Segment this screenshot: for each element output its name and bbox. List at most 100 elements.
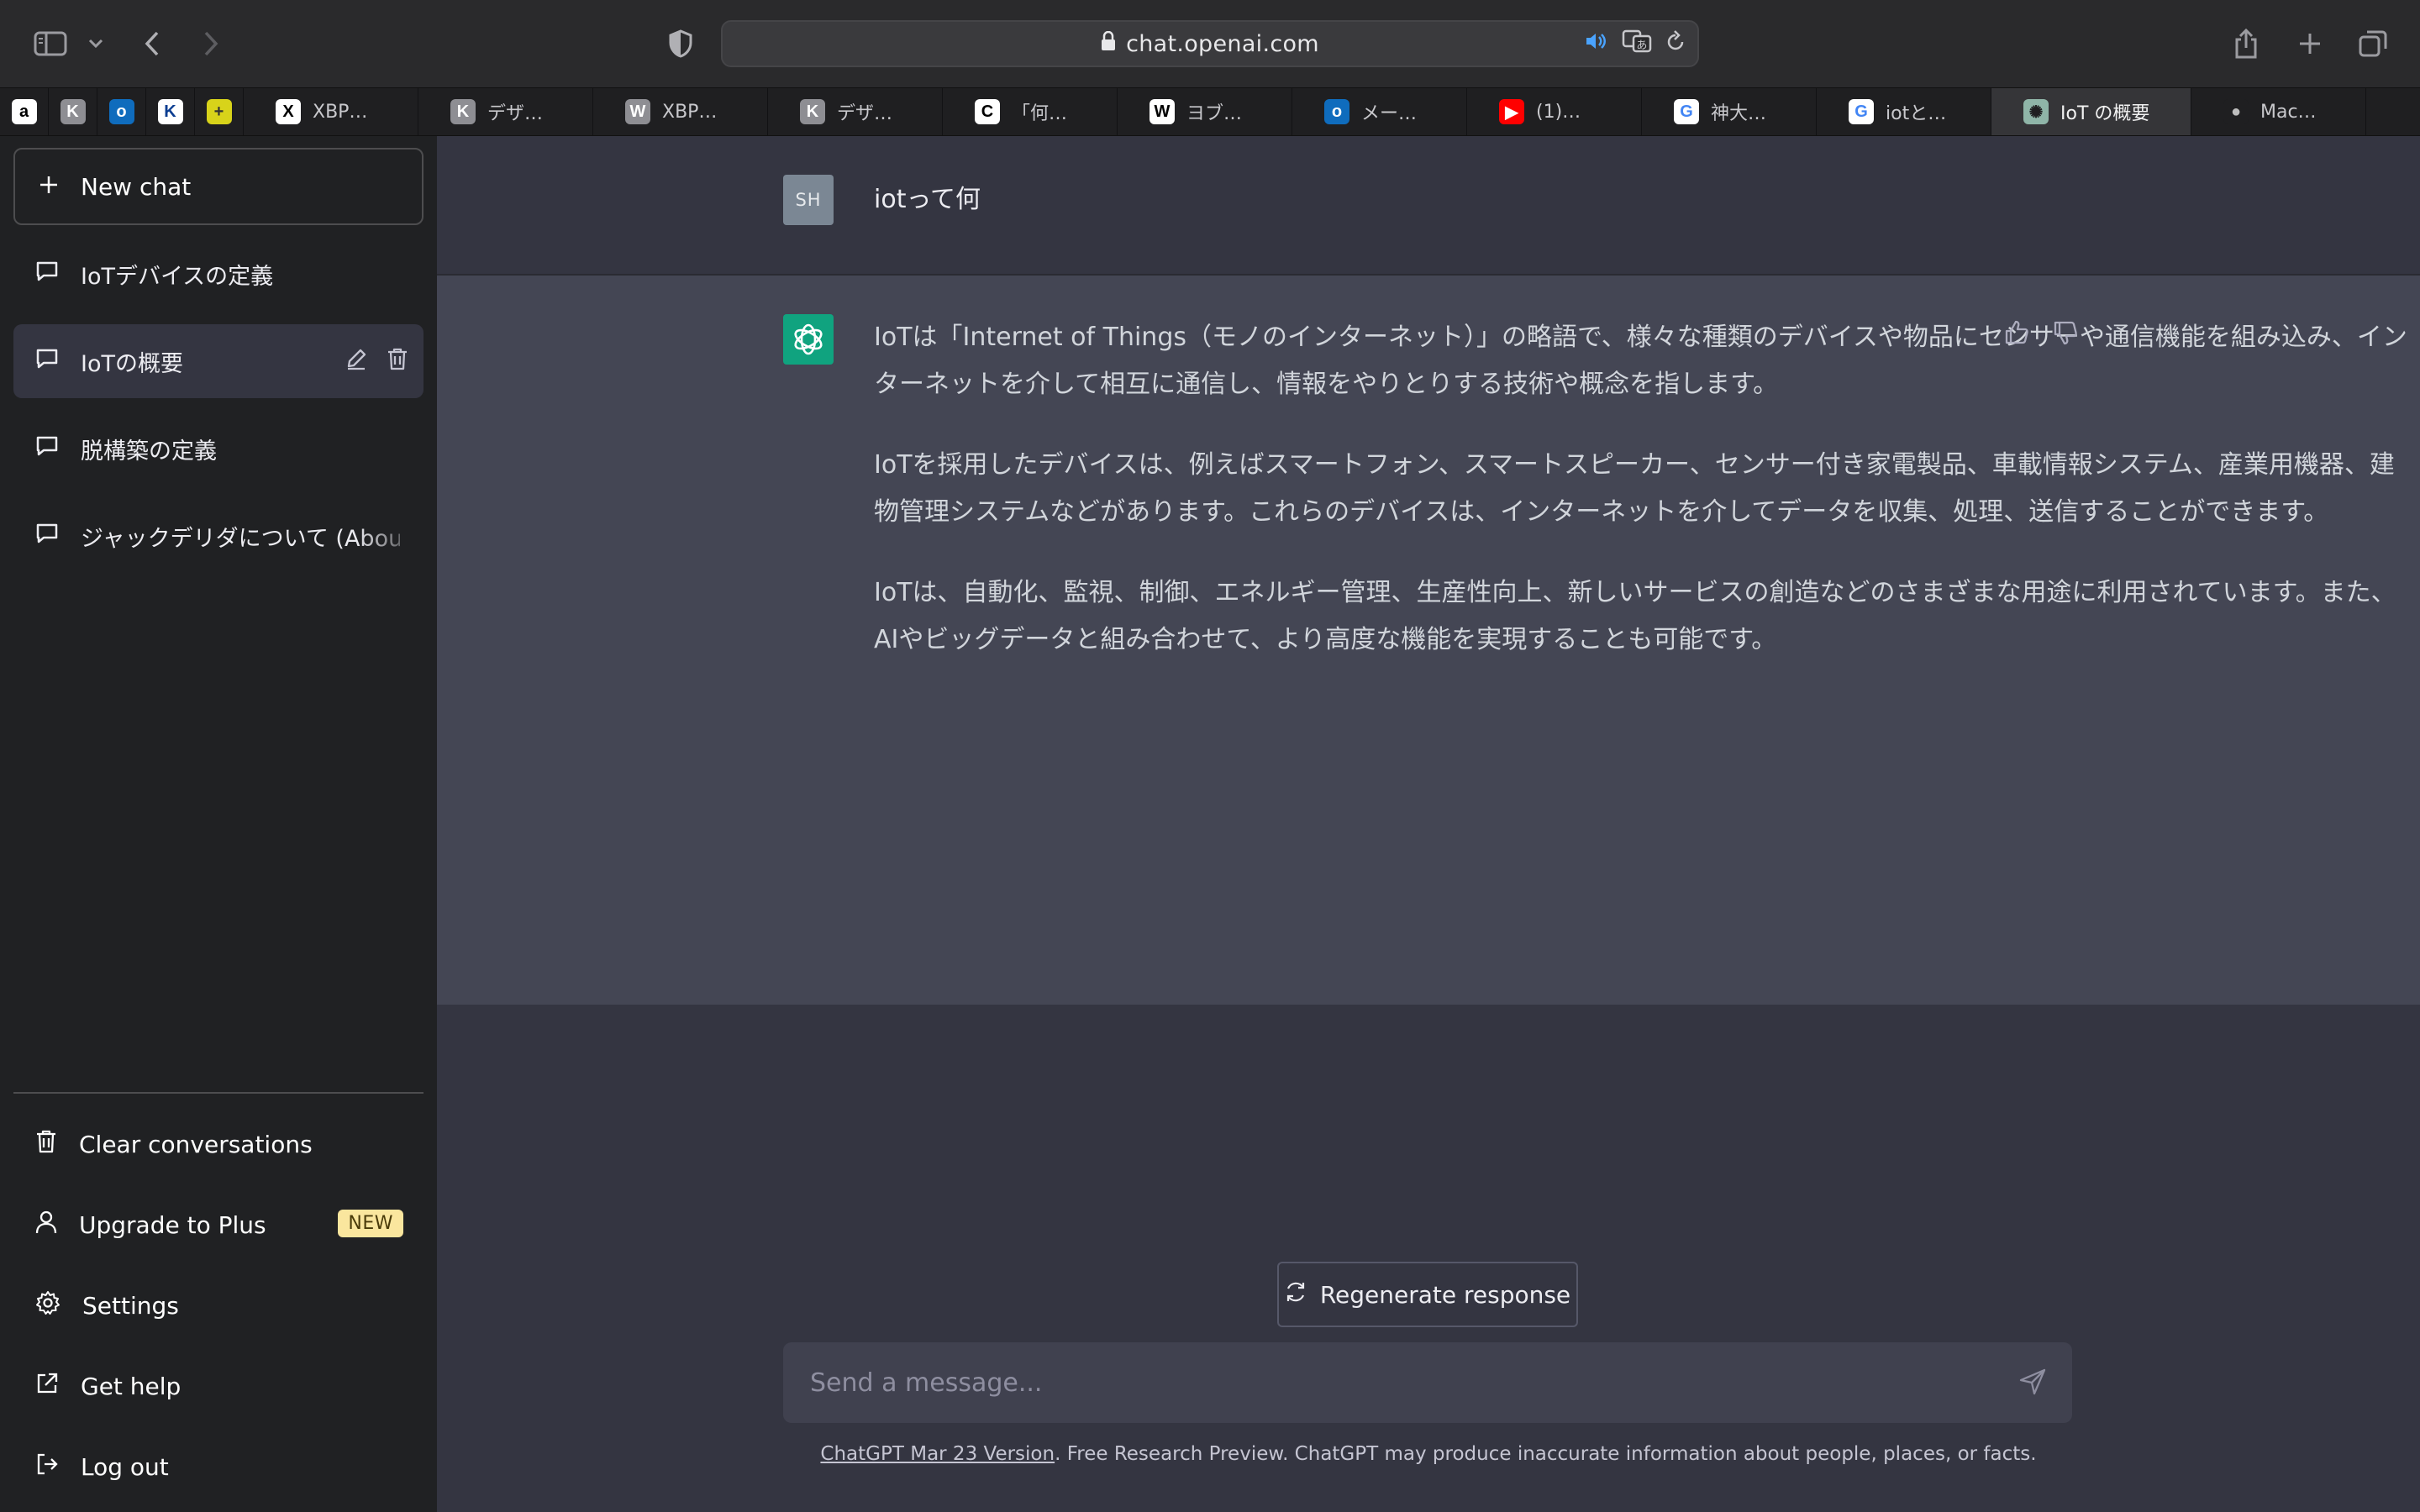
edit-icon[interactable]: [345, 347, 368, 376]
outlook-icon: o: [1324, 99, 1349, 124]
tab[interactable]: X XBP…: [244, 88, 418, 135]
pinned-tab[interactable]: K: [49, 88, 97, 135]
url-text: chat.openai.com: [1126, 30, 1319, 57]
sidebar-footer: Clear conversations Upgrade to Plus NEW …: [13, 1092, 424, 1512]
tab[interactable]: K デザ…: [768, 88, 943, 135]
tab[interactable]: W ヨブ…: [1118, 88, 1292, 135]
forward-icon[interactable]: [198, 0, 224, 87]
pinned-tab[interactable]: K: [146, 88, 195, 135]
k-icon: K: [450, 99, 476, 124]
back-icon[interactable]: [139, 0, 165, 87]
chatgpt-icon: ✺: [2023, 99, 2049, 124]
tab[interactable]: Giotと…: [1817, 88, 1991, 135]
upgrade-button[interactable]: Upgrade to Plus NEW: [13, 1184, 424, 1265]
speaker-icon[interactable]: [1585, 31, 1608, 57]
assistant-paragraph: IoTは「Internet of Things（モノのインターネット）」の略語で…: [874, 323, 2407, 399]
logout-icon: [35, 1452, 59, 1482]
thumbs-down-icon[interactable]: [2052, 319, 2079, 349]
version-link[interactable]: ChatGPT Mar 23 Version: [820, 1443, 1055, 1465]
log-out-label: Log out: [81, 1452, 169, 1481]
pinned-tab[interactable]: o: [97, 88, 146, 135]
google-icon: G: [1674, 99, 1699, 124]
get-help-button[interactable]: Get help: [13, 1346, 424, 1426]
send-icon[interactable]: [2018, 1368, 2047, 1399]
chat-bubble-icon: [35, 260, 59, 288]
history-item-active[interactable]: IoTの概要: [13, 324, 424, 398]
tab-label: Mac…: [2260, 101, 2317, 123]
k-icon: K: [800, 99, 825, 124]
wikipedia-icon: W: [1150, 99, 1175, 124]
log-out-button[interactable]: Log out: [13, 1426, 424, 1507]
tab-label: デザ…: [487, 103, 544, 124]
lock-icon: [1101, 30, 1116, 57]
regenerate-label: Regenerate response: [1319, 1280, 1571, 1309]
tab[interactable]: C 「何…: [943, 88, 1118, 135]
ku-icon: K: [157, 99, 183, 124]
trash-icon: [35, 1129, 57, 1160]
browser-toolbar: chat.openai.com あ: [0, 0, 2420, 87]
tab-label: (1)…: [1536, 101, 1581, 123]
chat-bubble-icon: [35, 348, 59, 375]
refresh-icon: [1285, 1281, 1307, 1309]
history-item-label: ジャックデリダについて (About: [81, 525, 400, 552]
trash-icon[interactable]: [387, 347, 408, 376]
user-icon: [35, 1210, 57, 1241]
footer-disclaimer: ChatGPT Mar 23 Version. Free Research Pr…: [437, 1443, 2420, 1465]
share-icon[interactable]: [2232, 0, 2260, 87]
tab[interactable]: W XBP…: [593, 88, 768, 135]
thumbs-up-icon[interactable]: [2003, 319, 2030, 349]
clear-conversations-label: Clear conversations: [79, 1130, 313, 1158]
tab-active[interactable]: ✺ IoT の概要: [1991, 88, 2191, 135]
history-item[interactable]: 脱構築の定義: [13, 412, 424, 486]
main-area: SH iotって何 IoTは「Internet of Things（モノのインタ…: [437, 136, 2420, 1512]
user-message-row: SH iotって何: [437, 136, 2420, 276]
translate-icon[interactable]: あ: [1622, 29, 1652, 59]
history-item-label: IoTの概要: [81, 350, 183, 377]
tab-label: IoT の概要: [2060, 103, 2150, 124]
outlook-icon: o: [108, 99, 134, 124]
user-avatar: SH: [783, 175, 834, 225]
chatgpt-logo-icon: [783, 314, 834, 365]
regenerate-response-button[interactable]: Regenerate response: [1277, 1262, 1578, 1327]
history-item[interactable]: ジャックデリダについて (About: [13, 499, 424, 573]
new-tab-icon[interactable]: [2296, 0, 2324, 87]
chevron-down-icon[interactable]: [86, 0, 106, 87]
apple-icon: ●: [2223, 99, 2249, 124]
google-icon: G: [1849, 99, 1874, 124]
tab-label: XBP…: [662, 101, 718, 123]
tab-label: iotと…: [1886, 103, 1947, 124]
address-bar[interactable]: chat.openai.com あ: [721, 20, 1699, 67]
privacy-shield-icon[interactable]: [666, 0, 696, 87]
tab[interactable]: K デザ…: [418, 88, 593, 135]
tab-overview-icon[interactable]: [2356, 0, 2390, 87]
pinned-tab[interactable]: a: [0, 88, 49, 135]
pinned-tab[interactable]: +: [195, 88, 244, 135]
tab-label: デザ…: [837, 103, 893, 124]
reload-icon[interactable]: [1665, 29, 1686, 58]
message-input[interactable]: [810, 1368, 1986, 1398]
settings-button[interactable]: Settings: [13, 1265, 424, 1346]
tab-label: 神大…: [1711, 103, 1767, 124]
plus-icon: [39, 173, 59, 201]
upgrade-label: Upgrade to Plus: [79, 1210, 266, 1239]
new-chat-button[interactable]: New chat: [13, 148, 424, 225]
tab-label: メー…: [1361, 103, 1418, 124]
tab-label: ヨブ…: [1186, 103, 1243, 124]
feedback-buttons: [2003, 319, 2079, 349]
assistant-paragraph: IoTを採用したデバイスは、例えばスマートフォン、スマートスピーカー、センサー付…: [874, 450, 2395, 527]
tab[interactable]: ▶ (1)…: [1467, 88, 1642, 135]
tab[interactable]: G 神大…: [1642, 88, 1817, 135]
user-message-text: iotって何: [874, 185, 981, 214]
external-link-icon: [35, 1372, 59, 1401]
tab[interactable]: o メー…: [1292, 88, 1467, 135]
clear-conversations-button[interactable]: Clear conversations: [13, 1104, 424, 1184]
history-item[interactable]: IoTデバイスの定義: [13, 237, 424, 311]
text-fade: [356, 499, 424, 573]
sidebar-toggle-icon[interactable]: [32, 0, 69, 87]
c-icon: C: [975, 99, 1000, 124]
assistant-paragraph: IoTは、自動化、監視、制御、エネルギー管理、生産性向上、新しいサービスの創造な…: [874, 578, 2396, 654]
w-icon: W: [625, 99, 650, 124]
tab[interactable]: ● Mac…: [2191, 88, 2366, 135]
settings-label: Settings: [82, 1291, 179, 1320]
tab-bar: a Ko K + X XBP… K デザ… W XBP… K デザ… C 「何… W ヨブ… o メー… ▶ (1)……: [0, 87, 2420, 136]
